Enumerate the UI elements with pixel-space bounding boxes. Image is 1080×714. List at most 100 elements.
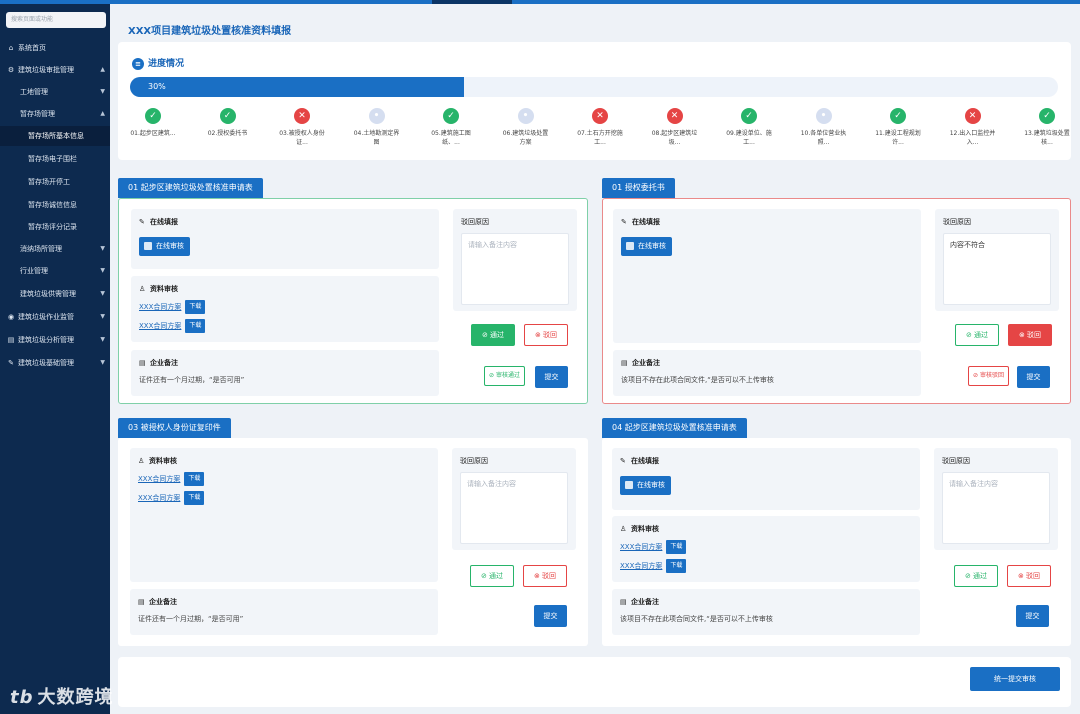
eye-icon: ◉ (7, 313, 15, 321)
reject-reason-input[interactable]: 请输入备注内容 (461, 233, 569, 305)
sidebar-item-storage-startstop[interactable]: 暂存场开停工 (0, 172, 110, 192)
reject-button[interactable]: ⊗ 驳回 (1008, 324, 1052, 346)
chevron-up-icon: ▲ (100, 66, 105, 73)
reject-reason-input[interactable]: 请输入备注内容 (460, 472, 568, 544)
doc-row: XXX合同方案 下载 (620, 559, 687, 573)
close-icon: ⊗ (533, 572, 543, 580)
download-button[interactable]: 下载 (185, 319, 206, 333)
sidebar-item-disposal-site[interactable]: 消纳场所管理 ▼ (0, 239, 110, 259)
progress-step[interactable]: • 10.各单位营业执照... (799, 108, 849, 147)
doc-link[interactable]: XXX合同方案 (138, 494, 180, 502)
reject-button[interactable]: ⊗ 驳回 (1007, 565, 1051, 587)
submit-button[interactable]: 提交 (1016, 605, 1049, 627)
pass-button[interactable]: ⊘ 通过 (471, 324, 515, 346)
reject-reason-section: 驳回原因 请输入备注内容 (452, 448, 576, 550)
enterprise-note-title: ▤ 企业备注 (620, 598, 659, 606)
material-review-title: ♙ 资料审核 (138, 457, 177, 465)
check-icon: ⊘ (481, 331, 491, 339)
sidebar-item-storage-basic[interactable]: 暂存场所基本信息 (0, 126, 110, 146)
sidebar-item-supervision[interactable]: ◉ 建筑垃圾作业监管 ▼ (0, 307, 110, 327)
check-icon: ⊘ (489, 372, 496, 379)
sidebar-item-storage-score[interactable]: 暂存场评分记录 (0, 217, 110, 237)
progress-step-label: 12.出入口监控并入... (949, 130, 996, 146)
close-icon: ⊗ (1017, 572, 1027, 580)
doc-link[interactable]: XXX合同方案 (138, 475, 180, 483)
pass-button[interactable]: ⊘ 通过 (470, 565, 514, 587)
reject-reason-input[interactable]: 请输入备注内容 (942, 472, 1050, 544)
progress-step[interactable]: ✕ 03.被授权人身份证... (277, 108, 327, 147)
pass-button[interactable]: ⊘ 通过 (955, 324, 999, 346)
sidebar-item-storage-fence[interactable]: 暂存场电子围栏 (0, 149, 110, 169)
material-review-section: ♙ 资料审核 XXX合同方案 下载 XXX合同方案 下载 (130, 448, 438, 582)
reject-button[interactable]: ⊗ 驳回 (523, 565, 567, 587)
bottom-action-bar: 统一提交审核 (118, 657, 1071, 707)
progress-step[interactable]: • 06.建筑垃圾处置方案 (501, 108, 551, 147)
progress-step[interactable]: ✓ 09.建设单位、施工... (724, 108, 774, 147)
note-icon: ▤ (620, 598, 627, 606)
doc-link[interactable]: XXX合同方案 (620, 543, 662, 551)
sidebar-item-approval[interactable]: ⚙ 建筑垃圾审批管理 ▲ (0, 60, 110, 80)
progress-step[interactable]: ✓ 11.建设工程规划许... (873, 108, 923, 147)
sidebar-item-basic[interactable]: ✎ 建筑垃圾基础管理 ▼ (0, 353, 110, 373)
sidebar-item-storage-credit[interactable]: 暂存场诚信信息 (0, 195, 110, 215)
pending-icon: • (815, 108, 832, 124)
progress-step-label: 07.土石方开挖施工... (577, 130, 623, 146)
progress-step[interactable]: ✓ 05.建筑施工图纸、... (426, 108, 476, 147)
chart-icon: ▤ (7, 336, 15, 344)
chevron-down-icon: ▼ (100, 313, 105, 320)
reject-reason-section: 驳回原因 内容不符合 (935, 209, 1059, 311)
online-review-button[interactable]: 在线审核 (139, 237, 190, 256)
submit-all-button[interactable]: 统一提交审核 (970, 667, 1060, 691)
progress-step[interactable]: ✕ 07.土石方开挖施工... (575, 108, 625, 147)
online-fill-section: ✎ 在线填报 在线审核 (613, 209, 921, 343)
online-review-button[interactable]: 在线审核 (620, 476, 671, 495)
progress-step[interactable]: ✕ 12.出入口监控并入... (948, 108, 998, 147)
chevron-down-icon: ▼ (100, 359, 105, 366)
download-button[interactable]: 下载 (184, 472, 205, 486)
progress-step-label: 09.建设单位、施工... (726, 130, 772, 146)
reject-reason-section: 驳回原因 请输入备注内容 (934, 448, 1058, 550)
submit-button[interactable]: 提交 (534, 605, 567, 627)
sidebar-item-home[interactable]: ⌂ 系统首页 (0, 38, 110, 58)
submit-button[interactable]: 提交 (1017, 366, 1050, 388)
watermark-logo: tb (10, 687, 34, 708)
download-button[interactable]: 下载 (184, 491, 205, 505)
check-icon: ✓ (219, 108, 236, 124)
pass-button[interactable]: ⊘ 通过 (954, 565, 998, 587)
doc-link[interactable]: XXX合同方案 (139, 303, 181, 311)
chevron-down-icon: ▼ (100, 336, 105, 343)
doc-link[interactable]: XXX合同方案 (139, 322, 181, 330)
progress-step[interactable]: ✓ 01.起步区建筑... (128, 108, 178, 147)
sidebar-search-input[interactable]: 搜索页面或功能 (6, 12, 106, 28)
enterprise-note-section: ▤ 企业备注 该项目不存在此项合同文件,“是否可以不上传审核 (612, 589, 920, 635)
sidebar-item-site[interactable]: 工地管理 ▼ (0, 82, 110, 102)
progress-step[interactable]: • 04.土地勘测定界图 (352, 108, 402, 147)
sidebar-item-storage[interactable]: 暂存场管理 ▲ (0, 104, 110, 124)
download-button[interactable]: 下载 (185, 300, 206, 314)
sidebar-item-industry[interactable]: 行业管理 ▼ (0, 261, 110, 281)
progress-step[interactable]: ✓ 13.建筑垃圾处置核... (1022, 108, 1072, 147)
online-review-button[interactable]: 在线审核 (621, 237, 672, 256)
enterprise-note-title: ▤ 企业备注 (621, 359, 660, 367)
progress-step-label: 03.被授权人身份证... (279, 130, 325, 146)
card-4-header: 04 起步区建筑垃圾处置核准申请表 (602, 418, 747, 438)
material-review-title: ♙ 资料审核 (139, 285, 178, 293)
download-button[interactable]: 下载 (666, 540, 687, 554)
download-button[interactable]: 下载 (666, 559, 687, 573)
progress-step-label: 11.建设工程规划许... (875, 130, 921, 146)
reject-reason-input[interactable]: 内容不符合 (943, 233, 1051, 305)
reject-button[interactable]: ⊗ 驳回 (524, 324, 568, 346)
progress-bar: 30% (130, 77, 1058, 97)
progress-step-label: 06.建筑垃圾处置方案 (502, 130, 549, 146)
sidebar-item-supply[interactable]: 建筑垃圾供需管理 ▼ (0, 284, 110, 304)
submit-button[interactable]: 提交 (535, 366, 568, 388)
progress-step[interactable]: ✕ 08.起步区建筑垃圾... (650, 108, 700, 147)
sidebar-item-analysis[interactable]: ▤ 建筑垃圾分析管理 ▼ (0, 330, 110, 350)
close-icon: ✕ (964, 108, 981, 124)
enterprise-note-text: 证件还有一个月过期，“是否可用” (138, 615, 244, 623)
status-badge: ⊘ 审核驳回 (968, 366, 1009, 386)
status-badge: ⊘ 审核通过 (484, 366, 525, 386)
progress-step[interactable]: ✓ 02.授权委托书 (203, 108, 253, 147)
doc-link[interactable]: XXX合同方案 (620, 562, 662, 570)
form-icon (625, 481, 633, 489)
